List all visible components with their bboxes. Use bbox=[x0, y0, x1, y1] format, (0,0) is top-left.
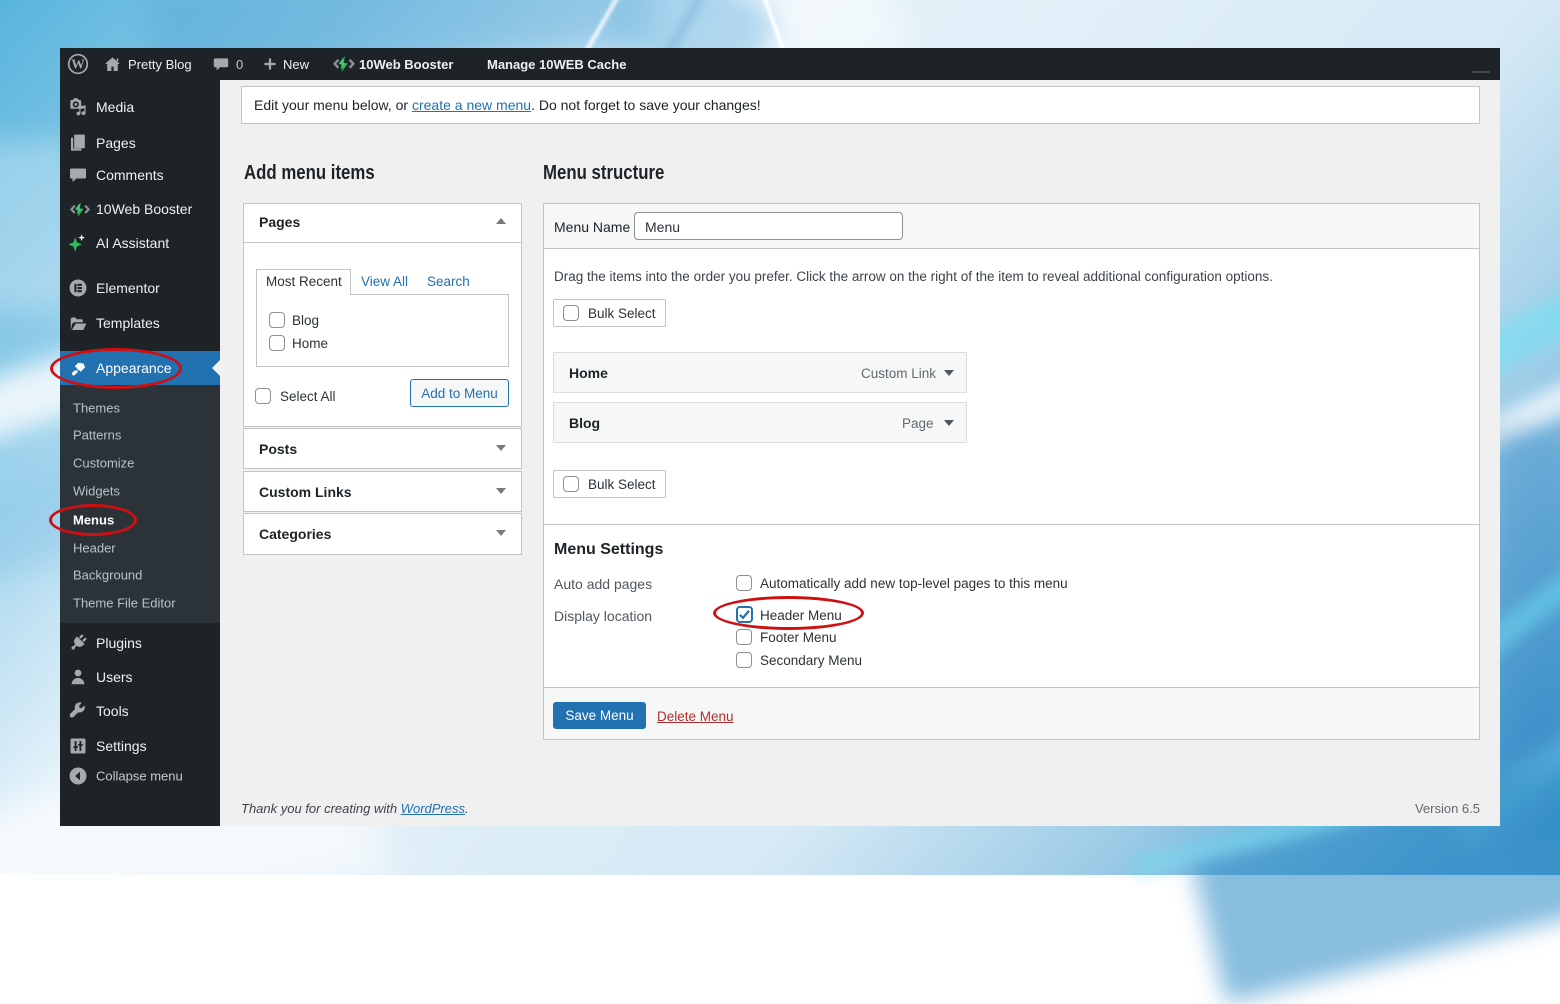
svg-text:W: W bbox=[71, 57, 85, 72]
